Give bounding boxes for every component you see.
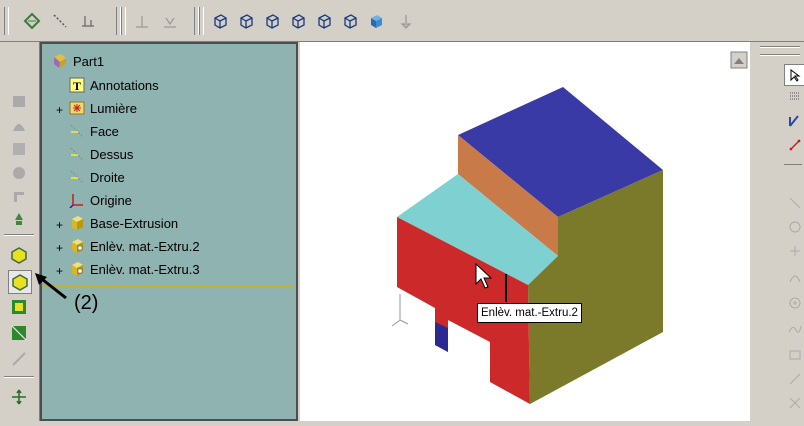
toolbar-separator [199, 7, 204, 35]
circle-tool-icon[interactable] [788, 220, 802, 234]
smart-dimension-side-icon[interactable] [788, 138, 804, 154]
origin-icon [69, 192, 85, 209]
toolbar-separator [121, 7, 126, 35]
tree-root-part[interactable]: Part1 [52, 50, 104, 72]
fillet-icon[interactable] [8, 186, 30, 208]
cut-loft-icon[interactable] [8, 322, 30, 344]
line-icon[interactable] [48, 9, 72, 33]
view-shaded-icon[interactable] [364, 9, 388, 33]
graphics-viewport[interactable] [300, 42, 750, 421]
toolbar-separator [4, 376, 34, 378]
normal-to-icon[interactable] [394, 9, 418, 33]
toolbar-separator [760, 54, 800, 56]
tree-item-label: Droite [90, 169, 125, 185]
extrude-feature-icon [69, 215, 85, 231]
tree-item-label: Origine [90, 192, 132, 208]
arc-tool-icon[interactable] [788, 270, 802, 284]
revolve-cut-icon[interactable] [8, 270, 32, 294]
tree-item-label: Dessus [90, 146, 134, 162]
tree-item-face-plane[interactable]: Face [69, 120, 119, 142]
grid-icon[interactable] [788, 90, 804, 106]
tree-item-label: Lumière [90, 100, 137, 116]
sweep-icon[interactable] [8, 138, 30, 160]
tree-item-cut-extrude-3[interactable]: Enlèv. mat.-Extru.3 [69, 258, 200, 280]
polygon-tool-icon[interactable] [788, 372, 802, 386]
extrude-cut-icon[interactable] [8, 244, 30, 266]
tree-item-label: Annotations [90, 77, 159, 93]
tree-item-base-extrusion[interactable]: Base-Extrusion [69, 212, 178, 234]
tree-item-droite-plane[interactable]: Droite [69, 166, 125, 188]
cut-extrude-icon [69, 238, 85, 254]
centerpoint-tool-icon[interactable] [788, 296, 802, 310]
shell-icon[interactable] [8, 208, 30, 230]
point-tool-icon[interactable] [788, 244, 802, 258]
view-top-icon[interactable] [234, 9, 258, 33]
tree-item-label: Enlèv. mat.-Extru.3 [90, 261, 200, 277]
loft-icon[interactable] [8, 162, 30, 184]
tree-item-origine[interactable]: Origine [69, 189, 132, 211]
view-front-icon[interactable] [260, 9, 284, 33]
smart-dimension-icon[interactable] [76, 9, 100, 33]
tree-item-label: Base-Extrusion [90, 215, 179, 231]
dome-icon[interactable] [8, 348, 30, 370]
rectangle-tool-icon[interactable] [788, 348, 802, 362]
view-iso-icon[interactable] [208, 9, 232, 33]
tree-item-lumiere[interactable]: Lumière [69, 97, 137, 119]
rollback-bar[interactable] [44, 285, 294, 287]
select-arrow-icon[interactable] [784, 64, 804, 86]
features-toolbar [0, 42, 40, 421]
annotations-icon: T [69, 77, 85, 93]
expand-lumiere-icon[interactable]: + [56, 103, 63, 117]
plane-icon [69, 169, 85, 185]
sketch-icon[interactable] [20, 9, 44, 33]
view-right-icon[interactable] [286, 9, 310, 33]
plane-icon[interactable] [130, 9, 154, 33]
toolbar-separator [4, 234, 34, 236]
move-icon[interactable] [8, 386, 30, 408]
extrude-boss-icon[interactable] [8, 90, 30, 112]
sketch-edit-icon[interactable] [788, 114, 804, 130]
plane-icon [69, 146, 85, 162]
revolve-icon[interactable] [8, 114, 30, 136]
tree-root-label: Part1 [73, 53, 105, 69]
tree-item-annotations[interactable]: T Annotations [69, 74, 159, 96]
tree-item-cut-extrude-2[interactable]: Enlèv. mat.-Extru.2 [69, 235, 200, 257]
relation-icon[interactable] [158, 9, 182, 33]
view-left-icon[interactable] [312, 9, 336, 33]
expand-base-extrusion-icon[interactable]: + [56, 218, 63, 232]
toolbar-grip[interactable] [4, 7, 9, 35]
annotation-label: (2) [74, 292, 99, 314]
toolbar-separator [760, 46, 800, 48]
tree-item-dessus-plane[interactable]: Dessus [69, 143, 133, 165]
cut-sweep-icon[interactable] [8, 296, 30, 318]
origin-triad-icon [391, 294, 409, 327]
view-back-icon[interactable] [338, 9, 362, 33]
part-icon [52, 53, 68, 69]
plane-icon [69, 123, 85, 139]
spline-tool-icon[interactable] [788, 322, 802, 336]
feature-manager-tree: Part1 T Annotations + Lumière Face Dessu… [40, 42, 298, 421]
right-toolbar [750, 42, 804, 421]
feature-tooltip: Enlèv. mat.-Extru.2 [477, 303, 582, 323]
trim-tool-icon[interactable] [788, 396, 802, 410]
svg-text:T: T [73, 79, 81, 93]
top-toolbar [0, 0, 804, 42]
lights-icon [69, 100, 85, 116]
tree-item-label: Face [90, 123, 119, 139]
tree-item-label: Enlèv. mat.-Extru.2 [90, 238, 200, 254]
line-tool-icon[interactable] [788, 196, 802, 210]
annotation-arrow [35, 273, 67, 300]
expand-cut-extrude2-icon[interactable]: + [56, 241, 63, 255]
model-view[interactable] [300, 42, 750, 421]
toolbar-separator [784, 164, 802, 165]
